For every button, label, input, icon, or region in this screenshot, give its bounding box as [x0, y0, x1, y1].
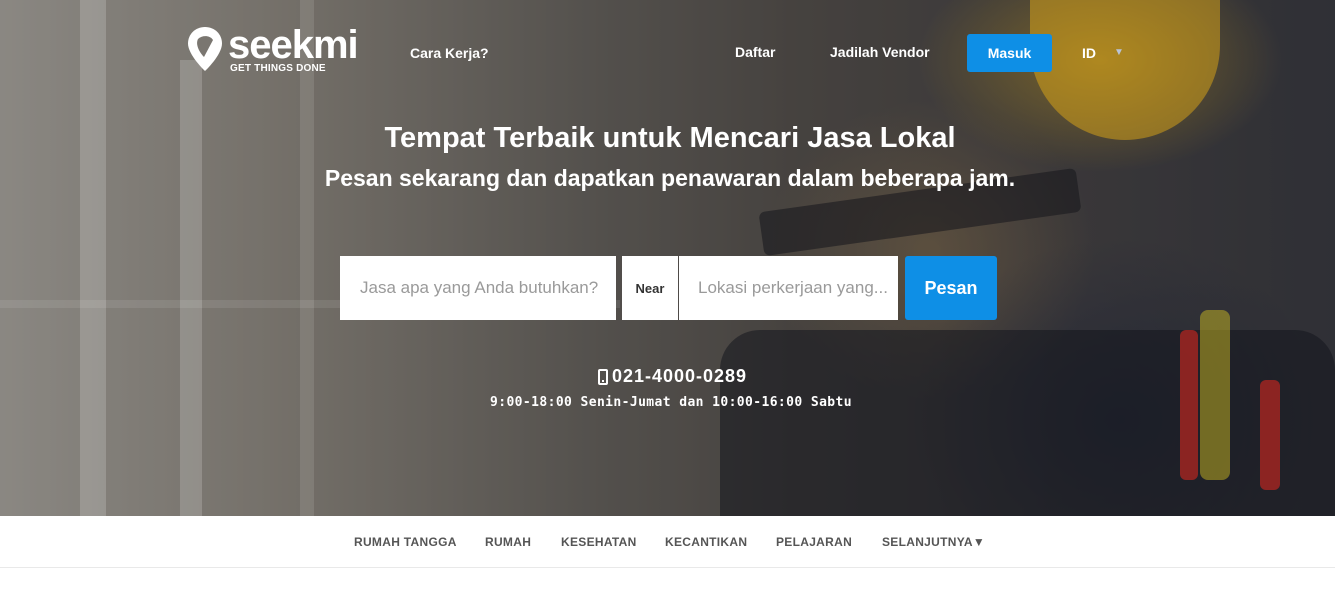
login-button[interactable]: Masuk [967, 34, 1052, 72]
phone-contact: 021-4000-0289 [0, 366, 1335, 387]
service-search-input[interactable]: Jasa apa yang Anda butuhkan? [340, 256, 616, 320]
language-selector[interactable]: ID [1082, 45, 1096, 61]
register-link[interactable]: Daftar [735, 44, 775, 60]
category-more-dropdown[interactable]: SELANJUTNYA▼ [882, 535, 985, 549]
how-it-works-link[interactable]: Cara Kerja? [410, 45, 489, 61]
logo-name: seekmi [228, 23, 359, 67]
category-kecantikan[interactable]: KECANTIKAN [665, 535, 747, 549]
hero-headline: Tempat Terbaik untuk Mencari Jasa Lokal [384, 122, 956, 154]
category-rumah[interactable]: RUMAH [485, 535, 531, 549]
category-rumah-tangga[interactable]: RUMAH TANGGA [354, 535, 457, 549]
mobile-phone-icon [597, 368, 608, 385]
near-label: Near [622, 256, 678, 320]
location-input[interactable]: Lokasi perkerjaan yang... [679, 256, 898, 320]
category-pelajaran[interactable]: PELAJARAN [776, 535, 852, 549]
category-nav: RUMAH TANGGA RUMAH KESEHATAN KECANTIKAN … [0, 516, 1335, 568]
caret-down-icon[interactable]: ▼ [1114, 47, 1124, 58]
become-vendor-link[interactable]: Jadilah Vendor [830, 44, 930, 60]
order-button[interactable]: Pesan [905, 256, 997, 320]
opening-hours: 9:00-18:00 Senin-Jumat dan 10:00-16:00 S… [490, 395, 852, 410]
category-kesehatan[interactable]: KESEHATAN [561, 535, 637, 549]
logo[interactable]: seekmi GET THINGS DONE [186, 23, 359, 74]
location-pin-icon [188, 27, 222, 71]
hero-subheadline: Pesan sekarang dan dapatkan penawaran da… [324, 165, 1016, 191]
phone-number: 021-4000-0289 [611, 366, 748, 386]
hero-banner: seekmi GET THINGS DONE Cara Kerja? Dafta… [0, 0, 1335, 516]
